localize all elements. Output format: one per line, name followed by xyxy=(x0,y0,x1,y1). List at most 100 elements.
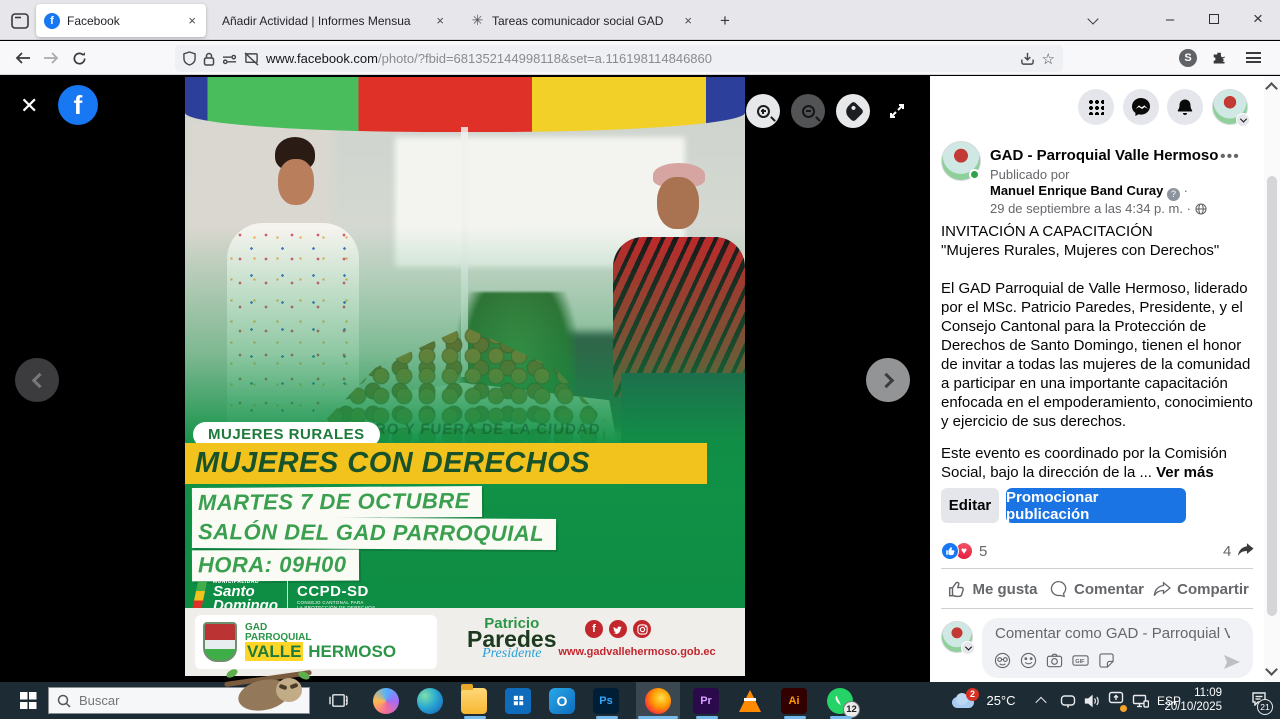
permissions-icon[interactable] xyxy=(222,53,237,65)
taskbar-premiere[interactable]: Pr xyxy=(686,682,726,719)
chevron-down-icon xyxy=(1236,113,1250,127)
tab-close-icon[interactable]: × xyxy=(682,13,694,28)
close-photo-icon[interactable]: ✕ xyxy=(20,93,38,119)
comment-input[interactable] xyxy=(995,625,1230,642)
comment-button[interactable]: Comentar xyxy=(1045,572,1149,606)
menu-hamburger-icon[interactable] xyxy=(1246,52,1261,63)
autoplay-blocked-icon[interactable] xyxy=(244,52,259,66)
photo-image[interactable]: Salak RO Y FUERA DE LA CIUDAD MUJERES RU… xyxy=(185,77,745,676)
scroll-down-icon[interactable] xyxy=(1265,663,1278,676)
url-text[interactable]: www.facebook.com/photo/?fbid=68135214499… xyxy=(266,51,1013,66)
tab-tareas[interactable]: ✳ Tareas comunicador social GAD × xyxy=(462,4,702,37)
author-name[interactable]: Manuel Enrique Band Curay xyxy=(990,183,1163,198)
back-button[interactable] xyxy=(10,46,36,70)
municipality-flag-icon xyxy=(192,582,207,610)
save-to-pocket-icon[interactable] xyxy=(1020,51,1035,66)
page-avatar[interactable] xyxy=(941,141,981,181)
tray-snip-icon[interactable] xyxy=(1056,682,1080,719)
reload-button[interactable] xyxy=(66,46,92,70)
edit-button[interactable]: Editar xyxy=(941,488,999,523)
taskbar-illustrator[interactable]: Ai xyxy=(774,682,814,719)
emoji-icon[interactable] xyxy=(1020,652,1037,669)
temperature-label[interactable]: 25°C xyxy=(980,682,1022,719)
forward-button[interactable] xyxy=(38,46,64,70)
tab-label: Añadir Actividad | Informes Mensua xyxy=(222,14,427,28)
scrollbar-thumb[interactable] xyxy=(1267,176,1277,616)
browser-tab-bar: f Facebook × Añadir Actividad | Informes… xyxy=(0,0,1280,40)
extensions-puzzle-icon[interactable] xyxy=(1206,46,1232,70)
zoom-in-button[interactable] xyxy=(746,94,780,128)
share-button[interactable]: Compartir xyxy=(1149,572,1253,606)
post-date[interactable]: 29 de septiembre a las 4:34 p. m. · xyxy=(990,201,1207,216)
scroll-up-icon[interactable] xyxy=(1265,82,1278,95)
instagram-icon xyxy=(633,620,651,638)
start-button[interactable] xyxy=(10,682,46,719)
list-tabs-button[interactable] xyxy=(1071,0,1115,38)
taskbar-edge[interactable] xyxy=(410,682,450,719)
tab-facebook[interactable]: f Facebook × xyxy=(36,4,206,37)
apps-grid-icon[interactable] xyxy=(1078,89,1114,125)
lock-icon[interactable] xyxy=(203,52,215,66)
window-restore-button[interactable] xyxy=(1192,0,1236,38)
profile-avatar[interactable] xyxy=(1212,89,1248,125)
share-label: Compartir xyxy=(1177,581,1249,598)
composer-avatar[interactable] xyxy=(941,621,973,653)
taskbar-copilot[interactable] xyxy=(366,682,406,719)
taskbar-store[interactable] xyxy=(498,682,538,719)
shares-count[interactable]: 4 xyxy=(1223,543,1231,560)
sticker-icon[interactable] xyxy=(1098,652,1115,669)
task-view-button[interactable] xyxy=(322,682,354,719)
post-paragraph: El GAD Parroquial de Valle Hermoso, lide… xyxy=(941,279,1257,431)
avatar-sticker-icon[interactable] xyxy=(994,652,1011,669)
tag-photo-button[interactable] xyxy=(836,94,870,128)
bookmark-star-icon[interactable]: ☆ xyxy=(1042,50,1055,68)
taskbar-file-explorer[interactable] xyxy=(454,682,494,719)
taskbar-whatsapp[interactable]: 12 xyxy=(818,682,862,719)
zoom-out-button[interactable] xyxy=(791,94,825,128)
fullscreen-button[interactable] xyxy=(880,94,914,128)
next-photo-button[interactable] xyxy=(866,358,910,402)
taskbar-outlook[interactable]: O xyxy=(542,682,582,719)
like-button[interactable]: Me gusta xyxy=(941,572,1045,606)
window-minimize-button[interactable]: – xyxy=(1148,0,1192,38)
screen-share-icon[interactable] xyxy=(1104,682,1128,719)
new-tab-button[interactable]: + xyxy=(712,8,738,34)
question-icon[interactable]: ? xyxy=(1167,188,1180,201)
like-reaction-icon[interactable] xyxy=(941,542,959,560)
taskbar-firefox[interactable] xyxy=(636,682,680,719)
send-comment-icon[interactable] xyxy=(1223,654,1241,675)
tab-close-icon[interactable]: × xyxy=(434,13,446,28)
poster-footer: GADPARROQUIAL VALLE HERMOSO Patricio Par… xyxy=(185,608,745,676)
messenger-icon[interactable] xyxy=(1123,89,1159,125)
camera-icon[interactable] xyxy=(1046,652,1063,669)
notification-center[interactable]: 21 xyxy=(1244,682,1274,719)
reactions-count[interactable]: 5 xyxy=(979,543,987,560)
shield-icon[interactable] xyxy=(183,51,196,66)
previous-photo-button[interactable] xyxy=(15,358,59,402)
taskbar-photoshop[interactable]: Ps xyxy=(586,682,626,719)
taskbar-vlc[interactable] xyxy=(730,682,770,719)
poster-time-strip: HORA: 09H00 xyxy=(192,550,359,582)
post-options-icon[interactable]: ••• xyxy=(1220,148,1240,166)
window-close-button[interactable]: × xyxy=(1236,0,1280,38)
promote-post-button[interactable]: Promocionar publicación xyxy=(1006,488,1186,523)
gif-icon[interactable]: GIF xyxy=(1072,652,1089,669)
tray-expand-chevron[interactable] xyxy=(1030,682,1052,719)
network-display-icon[interactable] xyxy=(1128,682,1152,719)
facebook-logo[interactable]: f xyxy=(58,85,98,125)
firefox-view-icon[interactable] xyxy=(8,9,32,33)
author-line[interactable]: Manuel Enrique Band Curay ? · xyxy=(990,183,1188,201)
extension-s-icon[interactable]: S xyxy=(1179,49,1197,67)
weather-widget[interactable]: 2 xyxy=(946,682,980,719)
address-bar[interactable]: www.facebook.com/photo/?fbid=68135214499… xyxy=(175,45,1063,72)
sloth-search-highlight[interactable] xyxy=(224,670,312,718)
page-name[interactable]: GAD - Parroquial Valle Hermoso xyxy=(990,147,1218,164)
search-input[interactable] xyxy=(79,693,199,708)
page-scrollbar[interactable] xyxy=(1264,76,1280,682)
see-more-link[interactable]: Ver más xyxy=(1156,464,1214,481)
notifications-bell-icon[interactable] xyxy=(1167,89,1203,125)
tab-informes[interactable]: Añadir Actividad | Informes Mensua × xyxy=(214,4,454,37)
taskbar-clock[interactable]: 11:09 20/10/2025 xyxy=(1164,686,1222,714)
volume-icon[interactable] xyxy=(1080,682,1104,719)
tab-close-icon[interactable]: × xyxy=(186,13,198,28)
